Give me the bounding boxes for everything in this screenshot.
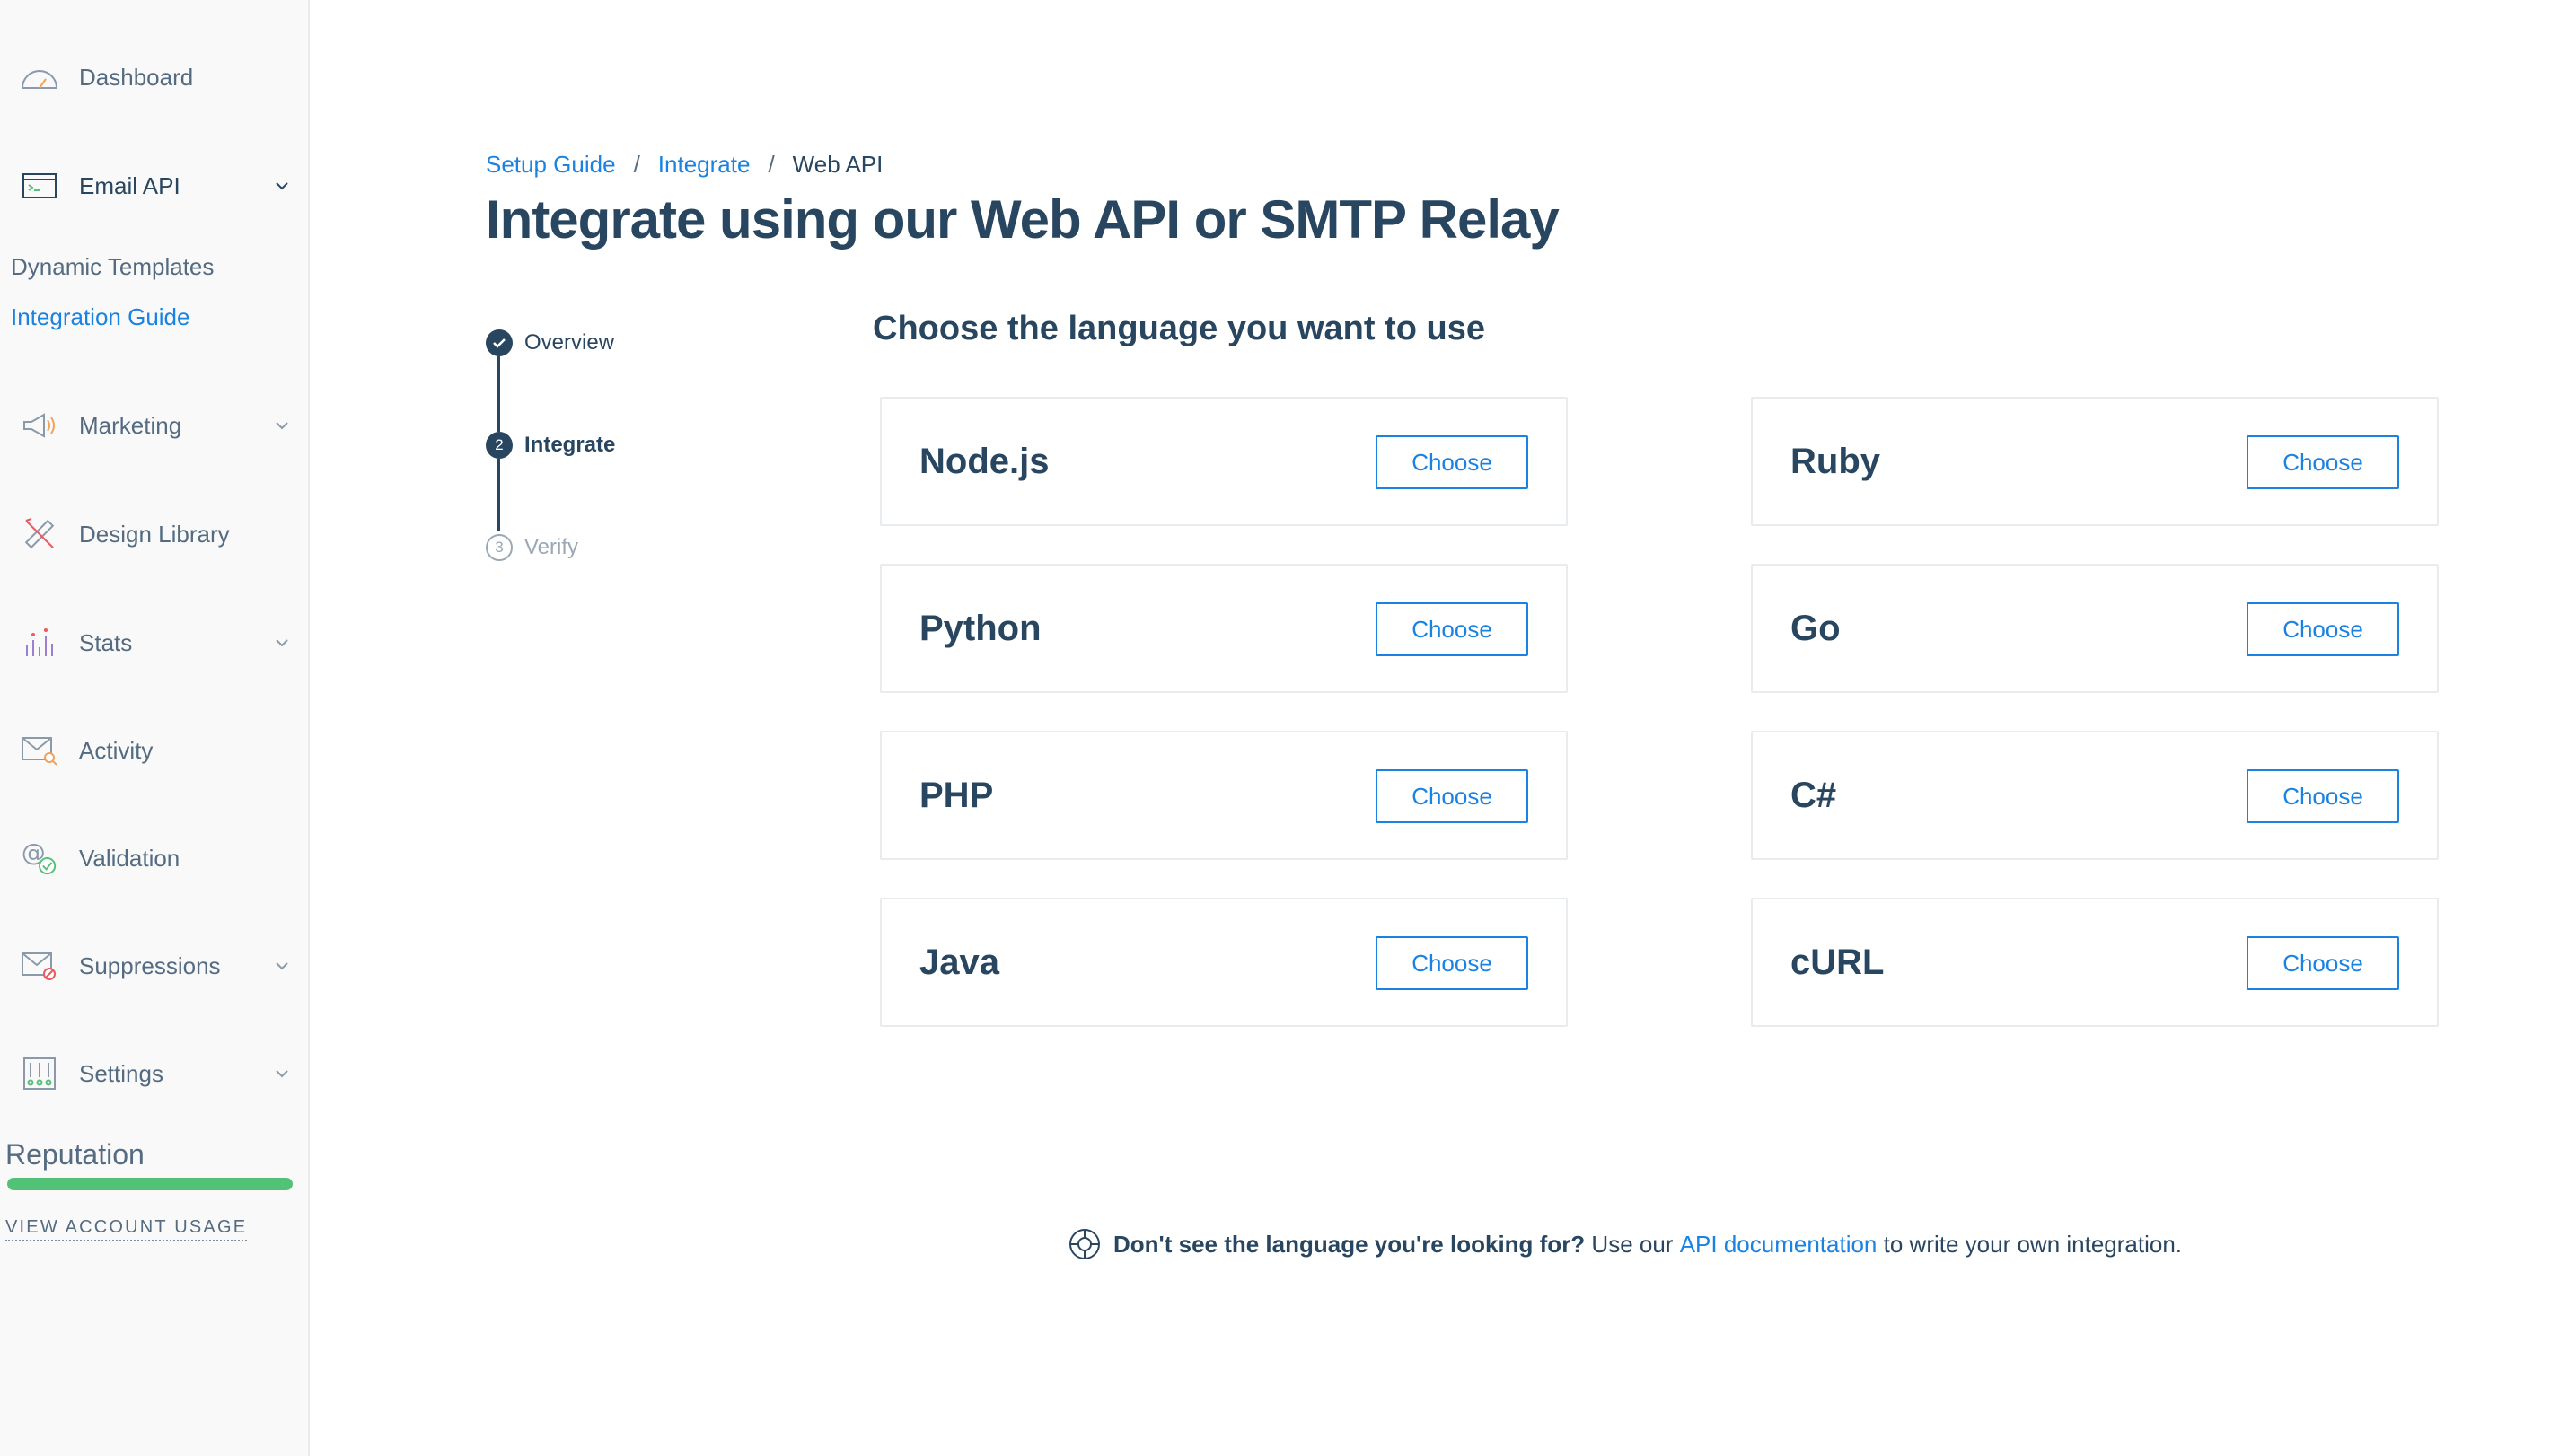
sidebar-item-email-api[interactable]: Email API — [0, 159, 308, 213]
choose-ruby-button[interactable]: Choose — [2247, 435, 2399, 489]
language-name: PHP — [919, 776, 994, 815]
breadcrumb: Setup Guide / Integrate / Web API — [486, 151, 883, 179]
reputation-bar — [7, 1178, 293, 1190]
step-label: Verify — [524, 535, 579, 559]
language-name: Go — [1790, 609, 1841, 648]
sidebar-item-label: Suppressions — [79, 952, 221, 979]
language-card-python: Python Choose — [880, 564, 1568, 693]
language-card-php: PHP Choose — [880, 731, 1568, 860]
check-icon — [486, 329, 513, 356]
terminal-window-icon — [20, 166, 59, 206]
language-card-csharp: C# Choose — [1751, 731, 2439, 860]
sidebar-item-label: Validation — [79, 844, 180, 872]
language-card-ruby: Ruby Choose — [1751, 397, 2439, 526]
step-overview[interactable]: Overview — [486, 328, 614, 358]
envelope-block-icon — [20, 946, 59, 986]
pencil-ruler-icon — [20, 514, 59, 554]
choose-go-button[interactable]: Choose — [2247, 602, 2399, 656]
language-name: Python — [919, 609, 1042, 648]
language-name: Ruby — [1790, 442, 1880, 481]
sidebar-item-validation[interactable]: @ Validation — [0, 831, 308, 885]
language-card-curl: cURL Choose — [1751, 898, 2439, 1027]
choose-nodejs-button[interactable]: Choose — [1376, 435, 1528, 489]
sidebar: Dashboard Email API Dynamic Templates In… — [0, 0, 310, 1456]
breadcrumb-separator: / — [768, 151, 775, 178]
help-note-text: to write your own integration. — [1877, 1230, 2183, 1258]
section-title: Choose the language you want to use — [873, 310, 1485, 347]
sidebar-item-label: Marketing — [79, 411, 182, 439]
language-name: C# — [1790, 776, 1837, 815]
chevron-down-icon — [272, 176, 292, 196]
reputation-label: Reputation — [5, 1138, 145, 1171]
sidebar-subitem-integration-guide[interactable]: Integration Guide — [11, 303, 189, 331]
sidebar-item-marketing[interactable]: Marketing — [0, 399, 308, 452]
lifebuoy-icon — [1067, 1226, 1103, 1262]
breadcrumb-separator: / — [633, 151, 640, 178]
breadcrumb-setup-guide[interactable]: Setup Guide — [486, 151, 616, 179]
gauge-icon — [20, 57, 59, 97]
help-note: Don't see the language you're looking fo… — [1067, 1226, 2182, 1262]
step-label: Integrate — [524, 433, 616, 457]
chevron-down-icon — [272, 633, 292, 653]
choose-curl-button[interactable]: Choose — [2247, 936, 2399, 990]
api-documentation-link[interactable]: API documentation — [1680, 1231, 1878, 1259]
page-title: Integrate using our Web API or SMTP Rela… — [486, 189, 1560, 250]
step-connector — [497, 459, 500, 531]
language-card-java: Java Choose — [880, 898, 1568, 1027]
at-check-icon: @ — [20, 838, 59, 878]
breadcrumb-web-api: Web API — [792, 151, 884, 178]
help-note-text: Use our — [1585, 1230, 1680, 1258]
step-number: 2 — [486, 432, 513, 459]
step-connector — [497, 356, 500, 432]
language-card-go: Go Choose — [1751, 564, 2439, 693]
language-name: Node.js — [919, 442, 1050, 481]
sidebar-item-label: Dashboard — [79, 63, 194, 91]
sidebar-item-activity[interactable]: Activity — [0, 724, 308, 777]
chevron-down-icon — [272, 956, 292, 976]
choose-python-button[interactable]: Choose — [1376, 602, 1528, 656]
sidebar-item-stats[interactable]: Stats — [0, 616, 308, 670]
step-number: 3 — [486, 534, 513, 561]
breadcrumb-integrate[interactable]: Integrate — [658, 151, 751, 179]
step-integrate[interactable]: 2 Integrate — [486, 430, 615, 460]
language-card-nodejs: Node.js Choose — [880, 397, 1568, 526]
sidebar-item-suppressions[interactable]: Suppressions — [0, 939, 308, 993]
sidebar-subitem-dynamic-templates[interactable]: Dynamic Templates — [11, 253, 214, 281]
sidebar-item-label: Stats — [79, 628, 133, 656]
sidebar-item-settings[interactable]: Settings — [0, 1047, 308, 1101]
bar-stats-icon — [20, 623, 59, 662]
envelope-search-icon — [20, 731, 59, 770]
chevron-down-icon — [272, 416, 292, 435]
step-verify: 3 Verify — [486, 532, 578, 563]
sidebar-item-label: Activity — [79, 736, 154, 764]
sidebar-item-dashboard[interactable]: Dashboard — [0, 50, 308, 104]
language-name: cURL — [1790, 943, 1885, 982]
language-name: Java — [919, 943, 999, 982]
megaphone-icon — [20, 406, 59, 445]
choose-csharp-button[interactable]: Choose — [2247, 769, 2399, 823]
sidebar-item-label: Settings — [79, 1059, 163, 1087]
reputation-bar-fill — [7, 1178, 293, 1190]
sliders-icon — [20, 1054, 59, 1093]
choose-java-button[interactable]: Choose — [1376, 936, 1528, 990]
help-note-question: Don't see the language you're looking fo… — [1113, 1230, 1586, 1258]
chevron-down-icon — [272, 1064, 292, 1083]
sidebar-item-label: Email API — [79, 171, 180, 199]
choose-php-button[interactable]: Choose — [1376, 769, 1528, 823]
view-account-usage-link[interactable]: VIEW ACCOUNT USAGE — [5, 1217, 248, 1241]
sidebar-item-label: Design Library — [79, 520, 230, 548]
step-label: Overview — [524, 330, 615, 355]
sidebar-item-design-library[interactable]: Design Library — [0, 507, 308, 561]
